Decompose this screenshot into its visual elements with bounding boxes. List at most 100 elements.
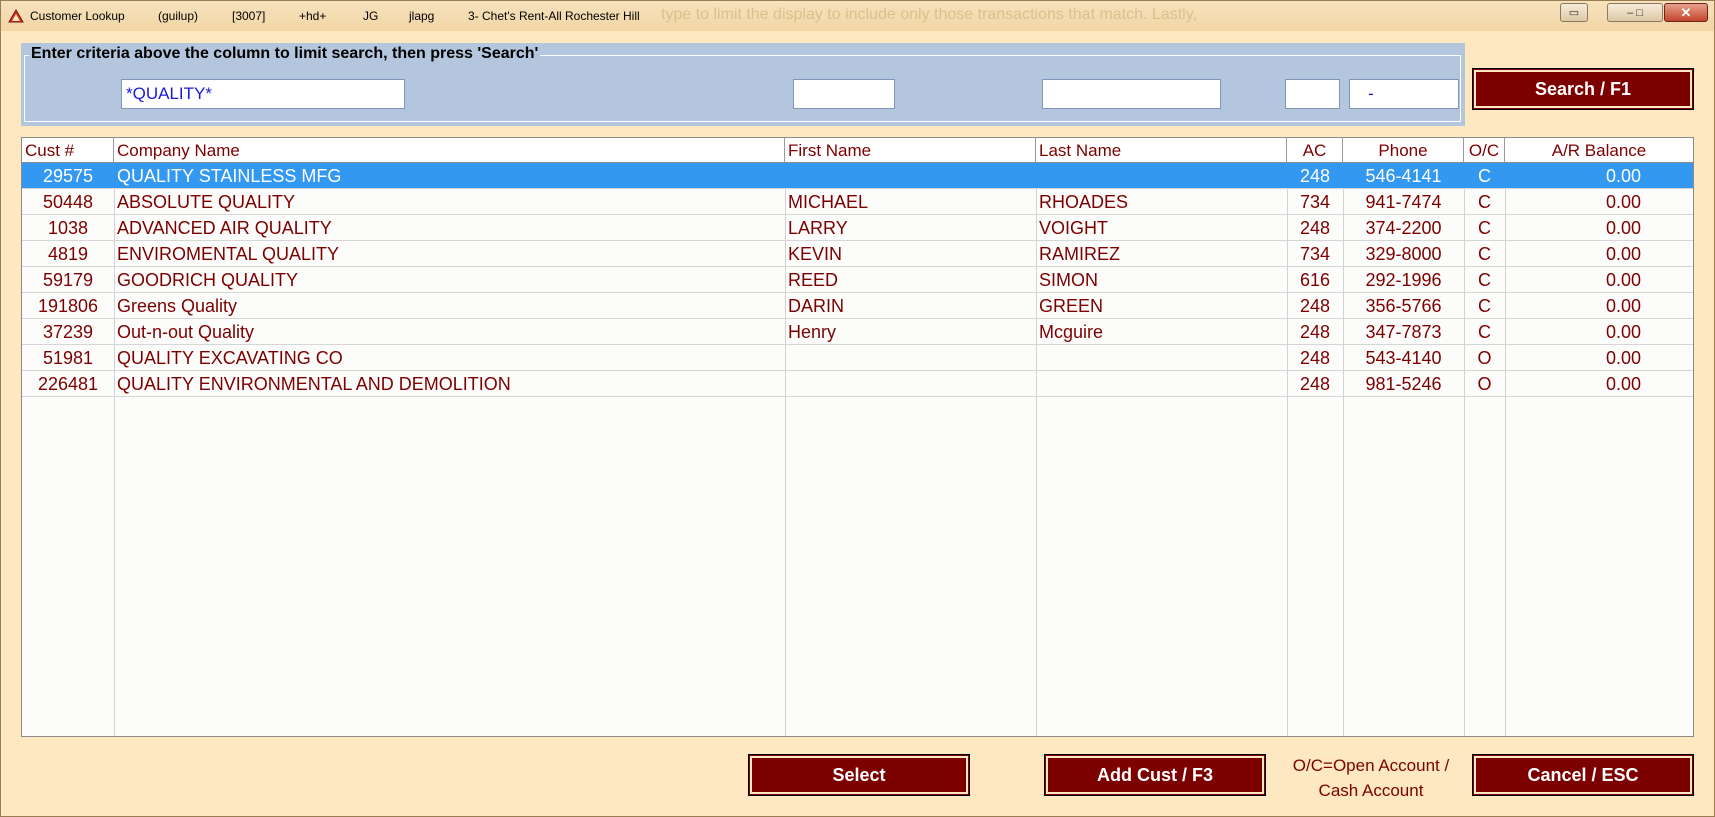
header-cust-number[interactable]: Cust #	[22, 138, 114, 163]
cell-balance: 0.00	[1605, 218, 1641, 238]
cell-first: KEVIN	[788, 244, 843, 264]
cell-first	[785, 345, 1036, 371]
table-row[interactable]: 59179 GOODRICH QUALITY REED SIMON 616 292-199…	[22, 267, 1693, 293]
header-company-name[interactable]: Company Name	[114, 138, 785, 163]
cell-last	[1036, 345, 1287, 371]
phone-criteria-input[interactable]	[1349, 79, 1459, 109]
cell-phone: 292-1996	[1365, 270, 1442, 290]
close-button[interactable]: ✕	[1664, 3, 1708, 22]
customer-results-grid[interactable]: Cust # Company Name First Name Last Name…	[21, 137, 1694, 737]
table-row[interactable]: 51981 QUALITY EXCAVATING CO 248 543-4140 O 0.…	[22, 345, 1693, 371]
area-code-criteria-input[interactable]	[1285, 79, 1340, 109]
cell-company: Out-n-out Quality	[117, 322, 255, 342]
title-code: [3007]	[232, 9, 266, 23]
cell-ac: 248	[1299, 348, 1331, 368]
first-name-criteria-input[interactable]	[793, 79, 895, 109]
cell-last: SIMON	[1039, 270, 1099, 290]
cell-cust: 29575	[42, 166, 94, 186]
window-title: Customer Lookup	[30, 9, 125, 23]
header-area-code[interactable]: AC	[1287, 138, 1343, 163]
minimize-icon: ▭	[1568, 7, 1580, 19]
cell-first: Henry	[788, 322, 837, 342]
cell-last	[1036, 371, 1287, 397]
cell-first	[785, 371, 1036, 397]
header-ar-balance[interactable]: A/R Balance	[1505, 138, 1693, 163]
cell-first	[785, 163, 1036, 189]
cell-cust: 37239	[42, 322, 94, 342]
cell-oc: C	[1478, 192, 1491, 212]
app-logo-icon	[8, 9, 24, 23]
last-name-criteria-input[interactable]	[1042, 79, 1221, 109]
criteria-instructions: Enter criteria above the column to limit…	[29, 45, 541, 63]
cell-ac: 248	[1299, 218, 1331, 238]
customer-lookup-window: Customer Lookup (guilup) [3007] +hd+ JG …	[0, 0, 1715, 817]
cell-cust: 1038	[47, 218, 89, 238]
cell-cust: 59179	[42, 270, 94, 290]
table-row[interactable]: 226481 QUALITY ENVIRONMENTAL AND DEMOLITI…	[22, 371, 1693, 397]
title-login: jlapg	[409, 9, 435, 23]
cell-company: QUALITY STAINLESS MFG	[117, 166, 342, 186]
cell-first: MICHAEL	[788, 192, 869, 212]
company-name-criteria-input[interactable]	[121, 79, 405, 109]
cell-phone: 329-8000	[1365, 244, 1442, 264]
cell-cust: 50448	[42, 192, 94, 212]
title-flag: +hd+	[299, 9, 327, 23]
cell-phone: 356-5766	[1365, 296, 1442, 316]
cell-ac: 248	[1299, 166, 1331, 186]
header-last-name[interactable]: Last Name	[1036, 138, 1287, 163]
cell-oc: C	[1478, 296, 1491, 316]
cell-cust: 4819	[47, 244, 89, 264]
cell-cust: 51981	[42, 348, 94, 368]
cell-oc: C	[1478, 166, 1491, 186]
grid-header: Cust # Company Name First Name Last Name…	[22, 138, 1693, 163]
cell-last: GREEN	[1039, 296, 1104, 316]
add-customer-button[interactable]: Add Cust / F3	[1044, 754, 1266, 796]
cancel-button[interactable]: Cancel / ESC	[1472, 754, 1694, 796]
cell-last: VOIGHT	[1039, 218, 1109, 238]
legend-line-2: Cash Account	[1318, 781, 1424, 800]
search-criteria-panel: Enter criteria above the column to limit…	[21, 43, 1465, 126]
table-row[interactable]: 50448 ABSOLUTE QUALITY MICHAEL RHOADES 734 94…	[22, 189, 1693, 215]
title-ghost-text: type to limit the display to include onl…	[661, 6, 1197, 23]
select-button[interactable]: Select	[748, 754, 970, 796]
cell-ac: 248	[1299, 374, 1331, 394]
cell-balance: 0.00	[1605, 244, 1641, 264]
table-row[interactable]: 1038 ADVANCED AIR QUALITY LARRY VOIGHT 248 37…	[22, 215, 1693, 241]
table-row[interactable]: 4819 ENVIROMENTAL QUALITY KEVIN RAMIREZ 734 3…	[22, 241, 1693, 267]
header-open-cash[interactable]: O/C	[1464, 138, 1505, 163]
cell-cust: 226481	[37, 374, 99, 394]
cell-last	[1036, 163, 1287, 189]
cell-balance: 0.00	[1605, 348, 1641, 368]
table-row[interactable]: 37239 Out-n-out Quality Henry Mcguire 248 347…	[22, 319, 1693, 345]
cell-first: LARRY	[788, 218, 848, 238]
cell-oc: C	[1478, 270, 1491, 290]
header-first-name[interactable]: First Name	[785, 138, 1036, 163]
cell-phone: 347-7873	[1365, 322, 1442, 342]
title-bar[interactable]: Customer Lookup (guilup) [3007] +hd+ JG …	[1, 1, 1714, 31]
search-button[interactable]: Search / F1	[1472, 68, 1694, 110]
cell-balance: 0.00	[1605, 166, 1641, 186]
cell-company: QUALITY ENVIRONMENTAL AND DEMOLITION	[117, 374, 511, 394]
cell-balance: 0.00	[1605, 270, 1641, 290]
close-icon: ✕	[1680, 4, 1692, 20]
table-row[interactable]: 191806 Greens Quality DARIN GREEN 248 356-576…	[22, 293, 1693, 319]
cell-cust: 191806	[37, 296, 99, 316]
cell-company: QUALITY EXCAVATING CO	[117, 348, 343, 368]
minimize-button[interactable]: ▭	[1560, 3, 1588, 22]
cell-phone: 546-4141	[1365, 166, 1442, 186]
cell-ac: 734	[1299, 244, 1331, 264]
cell-ac: 248	[1299, 296, 1331, 316]
header-phone[interactable]: Phone	[1343, 138, 1464, 163]
cell-last: RAMIREZ	[1039, 244, 1120, 264]
cell-oc: O	[1477, 374, 1492, 394]
maximize-button[interactable]: – □	[1607, 3, 1663, 22]
table-row[interactable]: 29575 QUALITY STAINLESS MFG 248 546-4141 C 0.…	[22, 163, 1693, 189]
cell-phone: 941-7474	[1365, 192, 1442, 212]
cell-balance: 0.00	[1605, 322, 1641, 342]
cell-company: ENVIROMENTAL QUALITY	[117, 244, 340, 264]
cell-company: GOODRICH QUALITY	[117, 270, 299, 290]
title-user: (guilup)	[158, 9, 199, 23]
cell-phone: 543-4140	[1365, 348, 1442, 368]
cell-phone: 374-2200	[1365, 218, 1442, 238]
cell-first: REED	[788, 270, 839, 290]
